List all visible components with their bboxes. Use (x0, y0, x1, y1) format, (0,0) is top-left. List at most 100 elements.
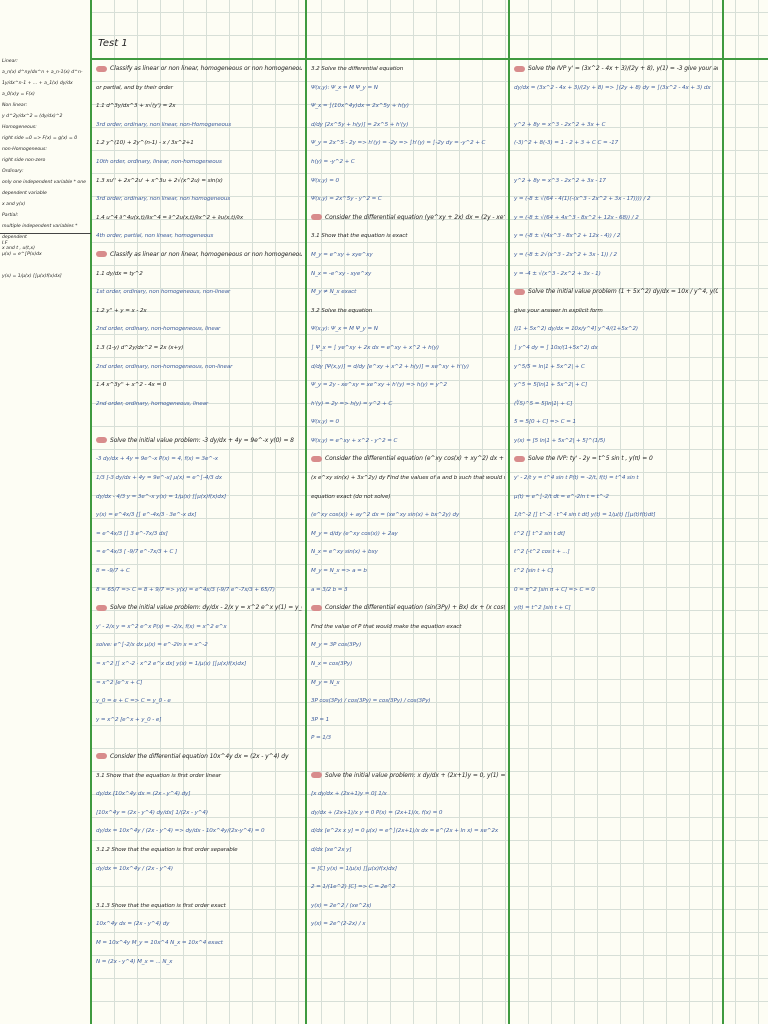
answer-line: Ψ(x,y) = e^xy + x^2 - y^2 = C (311, 437, 398, 444)
sidebar-note-line: Non linear: (2, 103, 28, 108)
answer-line: Ψ_y = 2y - xe^xy = xe^xy + h'(y) => h(y)… (311, 382, 447, 389)
question-line: 3.2 Solve the equation (311, 307, 373, 314)
notes-column-3: Solve the IVP y' = (3x^2 - 4x + 3)/(2y +… (514, 60, 718, 618)
sidebar-note-line: Homogeneous: (2, 125, 37, 130)
question-line: give your answer in explicit form (514, 307, 603, 314)
answer-line: dy/dx = 10x^4y / (2x - y^4) => dy/dx - 1… (96, 828, 265, 835)
answer-line: h(y) = -y^2 + C (311, 158, 355, 165)
answer-line: y(x) = [5 ln|1 + 5x^2| + 5]^(1/5) (514, 437, 606, 444)
answer-line: 2nd order, ordinary, homogeneous, linear (96, 400, 209, 407)
answer-line: 4th order, partial, non linear, homogene… (96, 233, 214, 240)
answer-line: y^2 + 8y = x^3 - 2x^2 + 3x + C (514, 121, 606, 128)
answer-line: y = (-8 ± 2√(x^3 - 2x^2 + 3x - 1)) / 2 (514, 251, 617, 258)
answer-line: M = 10x^4y M_y = 10x^4 N_x = 10x^4 exact (96, 939, 223, 946)
answer-line: dy/dx = 10x^4y / (2x - y^4) (96, 865, 173, 872)
column-divider (508, 0, 510, 1024)
sidebar-note-line: a_0(x)y = F(x) (2, 92, 35, 97)
answer-line: y^2 + 8y = x^3 - 2x^2 + 3x - 17 (514, 177, 606, 184)
question-line: (x e^xy sin(x) + 3x^2y) dy Find the valu… (311, 475, 505, 482)
answer-line: 10x^4y dx = (2x - y^4) dy (96, 921, 170, 928)
sidebar-note-line: Linear: (2, 59, 18, 64)
answer-line: Ψ(x,y) = 0 (311, 177, 339, 184)
answer-line: Ψ(x,y): Ψ_x = M Ψ_y = N (311, 326, 378, 333)
question-line: 1.1 d^3y/dx^3 + x√(y') = 2x (96, 103, 176, 110)
question-line (514, 97, 718, 116)
question-line: 3.1 Show that the equation is first orde… (96, 772, 221, 779)
sidebar-note-line: y d^2y/dx^2 = (dy/dx)^2 (2, 114, 63, 119)
answer-line: 2nd order, ordinary, non-homogeneous, li… (96, 326, 221, 333)
answer-line: y^5/5 = ln|1 + 5x^2| + C (514, 363, 585, 370)
answer-line: y_0 = e + C => C = y_0 - e (96, 698, 171, 705)
sidebar-notes: Linear: a_n(x) d^ny/dx^n + a_n-1(x) d^n-1… (2, 56, 88, 254)
answer-line: [(1 + 5x^2) dy/dx = 10x/y^4] y^4/(1+5x^2… (514, 326, 638, 333)
question-line: 3.1.2 Show that the equation is first or… (96, 846, 238, 853)
question-heading: Solve the initial value problem: dy/dx -… (96, 599, 302, 618)
question-heading: Consider the differential equation (sin(… (311, 599, 505, 618)
sidebar-note-line: y(x) = 1/μ(x) [∫μ(x)f(x)dx] (2, 274, 62, 279)
answer-line: (∜5)^5 = 5[ln|1| + C] (514, 400, 573, 407)
answer-line: y = -4 ± √(x^3 - 2x^2 + 3x - 1) (514, 270, 601, 277)
answer-line: M_y = d/dy (e^xy cos(x)) + 2ay (311, 530, 398, 537)
answer-line: 2nd order, ordinary, non-homogeneous, no… (96, 363, 233, 370)
sidebar-note-line: right side non-zero (2, 158, 46, 163)
answer-line: t^2 [-t^2 cos t + ...] (514, 549, 570, 556)
answer-line: y' - 2/x y = x^2 e^x P(x) = -2/x, f(x) =… (96, 623, 227, 630)
question-line (311, 748, 505, 767)
answer-line: Ψ(x,y) = 2x^5y - y^2 = C (311, 196, 382, 203)
answer-line: dy/dx - 4/3 y = 3e^-x y(x) = 1/μ(x) [∫μ(… (96, 493, 227, 500)
answer-line: 8 = 65/7 => C = 8 + 9/7 => y(x) = e^4x/3… (96, 586, 275, 593)
sidebar-note-line: a_n(x) d^ny/dx^n + a_n-1(x) d^n-1y/dx^n-… (2, 70, 83, 86)
question-heading: Solve the IVP: ty' - 2y = t^5 sin t , y(… (514, 450, 718, 469)
answer-line: dy/dx = (3x^2 - 4x + 3)/(2y + 8) => ∫(2y… (514, 84, 711, 91)
answer-line: (e^xy cos(x)) + ay^2 dx = (xe^xy sin(x) … (311, 512, 460, 519)
answer-line: 5 = 5[0 + C] => C = 1 (514, 419, 576, 426)
answer-line: -3 dy/dx + 4y = 9e^-x P(x) = 4, f(x) = 3… (96, 456, 219, 463)
answer-line: y' - 2/t y = t^4 sin t P(t) = -2/t, f(t)… (514, 475, 639, 482)
answer-line: 1st order, ordinary, non homogeneous, no… (96, 289, 231, 296)
answer-line: solve: e^∫-2/x dx μ(x) = e^-2ln x = x^-2 (96, 642, 208, 649)
answer-line: 3P cos(3Py) / cos(3Py) = cos(3Py) / cos(… (311, 698, 431, 705)
answer-line: N_x = -e^xy - xye^xy (311, 270, 372, 277)
answer-line: y(x) = e^4x/3 [∫ e^-4x/3 · 3e^-x dx] (96, 512, 197, 519)
answer-line: dy/dx + (2x+1)/x y = 0 P(x) = (2x+1)/x, … (311, 809, 443, 816)
question-heading: Solve the initial value problem: x dy/dx… (311, 767, 505, 786)
sidebar-divider (0, 233, 91, 234)
answer-line: (-3)^2 + 8(-3) = 1 - 2 + 3 + C C = -17 (514, 140, 619, 147)
answer-line: y(x) = 2e^(2-2x) / x (311, 921, 366, 928)
answer-line: [x dy/dx + (2x+1)y = 0] 1/x (311, 791, 387, 798)
answer-line: 8 = -9/7 + C (96, 568, 130, 575)
answer-line: 1/t^-2 [∫ t^-2 · t^4 sin t dt] y(t) = 1/… (514, 512, 656, 519)
question-line: 1.4 x^3y'' + x^2 - 4x = 0 (96, 382, 167, 389)
answer-line: M_y = N_x (311, 679, 340, 686)
answer-line: M_y = 3P cos(3Py) (311, 642, 362, 649)
answer-line: μ(t) = e^∫-2/t dt = e^-2ln t = t^-2 (514, 493, 609, 500)
margin-line (90, 0, 92, 1024)
answer-line: 2 = 1/(1e^2) [C] => C = 2e^2 (311, 884, 396, 891)
answer-line: 0 = π^2 [sin π + C] => C = 0 (514, 586, 595, 593)
question-line: 1.4 u^4 ∂^4u(x,t)/∂x^4 = ∂^2u(x,t)/∂x^2 … (96, 214, 244, 221)
question-heading: Solve the initial value problem: -3 dy/d… (96, 432, 302, 451)
answer-line: = [C] y(x) = 1/μ(x) [∫μ(x)f(x)dx] (311, 865, 397, 872)
answer-line: M_y ≠ N_x exact (311, 289, 357, 296)
question-heading: Solve the initial value problem (1 + 5x^… (514, 283, 718, 302)
answer-line: Ψ_x = ∫(10x^4y)dx = 2x^5y + h(y) (311, 103, 409, 110)
answer-line: = x^2 [∫ x^-2 · x^2 e^x dx] y(x) = 1/μ(x… (96, 661, 247, 667)
notes-column-1: Classify as linear or non linear, homoge… (96, 60, 302, 971)
answer-line: y = (-8 ± √(4x^3 - 8x^2 + 12x - 4)) / 2 (514, 233, 621, 240)
answer-line: y(t) = t^2 [sin t + C] (514, 605, 571, 612)
sidebar-note-line: only one independent variable * one (2, 180, 86, 185)
answer-line: t^2 [∫ t^2 sin t dt] (514, 530, 565, 537)
question-line: 1.3 (1-y) d^2y/dx^2 = 2x (x+y) (96, 344, 184, 351)
answer-line: 1/3 [-3 dy/dx + 4y = 9e^-x] μ(x) = e^∫-4… (96, 475, 222, 482)
answer-line: M_y = N_x => a = b (311, 568, 367, 575)
question-line (96, 413, 302, 432)
question-heading: Solve the IVP y' = (3x^2 - 4x + 3)/(2y +… (514, 60, 718, 79)
column-divider (305, 0, 307, 1024)
question-line (96, 729, 302, 748)
answer-line: y = (-8 ± √(64 + 4x^3 - 8x^2 + 12x - 68)… (514, 214, 639, 221)
question-line: 3.1.3 Show that the equation is first or… (96, 902, 226, 909)
answer-line: Ψ(x,y) = 0 (311, 419, 339, 426)
page-title: Test 1 (98, 38, 128, 49)
answer-line: 3P = 1 (311, 716, 330, 723)
question-heading: Consider the differential equation (ye^x… (311, 209, 505, 228)
